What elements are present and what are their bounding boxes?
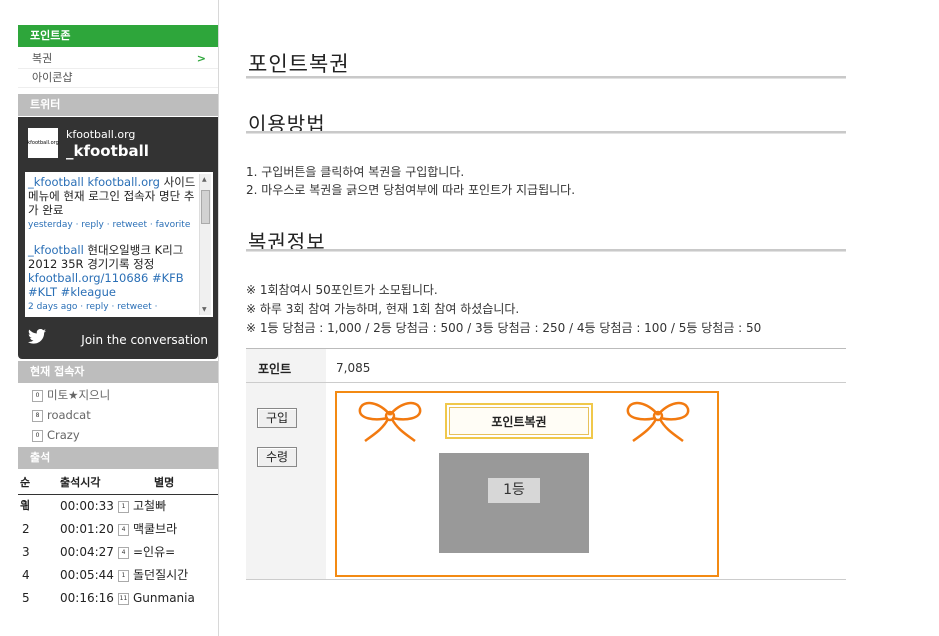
nickname: 고철빠 xyxy=(133,499,167,513)
sidebar: 포인트존 복권 > 아이콘샵 트위터 kfootball.org kfootba… xyxy=(18,0,219,636)
table-row: 1 00:00:33 1 고철빠 xyxy=(18,495,218,518)
scroll-thumb[interactable] xyxy=(201,190,210,224)
twitter-widget: kfootball.org kfootball.org _kfootball _… xyxy=(18,117,218,359)
menu-item-label: 아이콘샵 xyxy=(32,71,73,84)
twitter-site-name: kfootball.org xyxy=(66,128,136,141)
name-cell[interactable]: 4 맥쿨브라 xyxy=(118,518,177,541)
menu-item-label: 복권 xyxy=(32,52,53,65)
user-name: 미토★지으니 xyxy=(47,388,111,402)
divider xyxy=(246,348,846,349)
divider xyxy=(246,249,846,252)
usage-line: 2. 마우스로 복권을 긁으면 당첨여부에 따라 포인트가 지급됩니다. xyxy=(246,183,576,197)
table-row: 5 00:16:16 11 Gunmania xyxy=(18,587,218,610)
rank-cell: 2 xyxy=(22,522,30,536)
tweet-feed[interactable]: _kfootball kfootball.org 사이드 메뉴에 현재 로그인 … xyxy=(25,172,213,317)
tweet-scrollbar[interactable]: ▲ ▼ xyxy=(199,174,211,315)
scroll-down-icon[interactable]: ▼ xyxy=(202,306,207,313)
level-badge-icon: 1 xyxy=(118,569,129,582)
name-column-header: 별명 xyxy=(154,476,175,489)
chevron-right-icon: > xyxy=(196,52,206,65)
nickname: 맥쿨브라 xyxy=(133,522,178,536)
join-conversation-link[interactable]: Join the conversation xyxy=(81,333,208,347)
time-column-header: 출석시각 xyxy=(60,476,101,489)
rank-cell: 4 xyxy=(22,568,30,582)
prize-result: 1등 xyxy=(488,478,540,503)
divider xyxy=(246,579,846,580)
level-badge-icon: 0 xyxy=(32,389,43,402)
table-row: 4 00:05:44 1 돌던질시간 xyxy=(18,564,218,587)
attendance-header: 출석 xyxy=(18,447,218,469)
time-cell: 00:05:44 xyxy=(60,568,114,582)
tweet-meta[interactable]: 2 days ago · reply · retweet · xyxy=(28,300,196,314)
buy-button[interactable]: 구입 xyxy=(257,408,297,428)
kfootball-logo[interactable]: kfootball.org xyxy=(27,128,59,158)
twitter-bird-icon[interactable] xyxy=(28,328,46,348)
online-users-header: 현재 접속자 xyxy=(18,361,218,383)
info-line: ※ 1등 당첨금 : 1,000 / 2등 당첨금 : 500 / 3등 당첨금… xyxy=(246,321,762,335)
rank-cell: 5 xyxy=(22,591,30,605)
points-label: 포인트 xyxy=(258,362,292,376)
ribbon-bow-icon xyxy=(626,401,690,443)
table-row: 3 00:04:27 4 =인유= xyxy=(18,541,218,564)
user-name: roadcat xyxy=(47,408,91,422)
scratch-area[interactable]: 1등 xyxy=(439,453,589,553)
tweet-meta[interactable]: yesterday · reply · retweet · favorite xyxy=(28,218,196,232)
list-item[interactable]: 0 미토★지으니 xyxy=(18,385,218,405)
twitter-header: 트위터 xyxy=(18,94,218,116)
rank-cell: 3 xyxy=(22,545,30,559)
point-zone-header: 포인트존 xyxy=(18,25,218,47)
twitter-username[interactable]: _kfootball xyxy=(66,142,149,160)
time-cell: 00:01:20 xyxy=(60,522,114,536)
claim-button[interactable]: 수령 xyxy=(257,447,297,467)
tweet: _kfootball 현대오일뱅크 K리그 2012 35R 경기기록 정정 k… xyxy=(28,243,196,314)
table-header: 순위 출석시각 별명 xyxy=(18,471,218,512)
divider xyxy=(246,76,846,79)
info-line: ※ 1회참여시 50포인트가 소모됩니다. xyxy=(246,283,438,297)
usage-line: 1. 구입버튼을 클릭하여 복권을 구입합니다. xyxy=(246,165,465,179)
lottery-ticket: 포인트복권 1등 xyxy=(335,391,719,577)
name-cell[interactable]: 1 고철빠 xyxy=(118,495,166,518)
main-content: 포인트복권 이용방법 1. 구입버튼을 클릭하여 복권을 구입합니다. 2. 마… xyxy=(246,0,846,636)
lottery-banner: 포인트복권 xyxy=(445,403,593,439)
name-cell[interactable]: 11 Gunmania xyxy=(118,587,195,610)
level-badge-icon: 1 xyxy=(118,500,129,513)
scroll-up-icon[interactable]: ▲ xyxy=(202,176,207,183)
tweet-user[interactable]: _kfootball xyxy=(28,243,84,257)
online-users-list: 0 미토★지으니 8 roadcat 0 Crazy xyxy=(18,385,218,445)
nickname: Gunmania xyxy=(133,591,195,605)
attendance-table: 순위 출석시각 별명 1 00:00:33 1 고철빠 2 00:01:20 4 맥쿨브라 … xyxy=(18,471,218,610)
tweet-link[interactable]: kfootball.org/110686 #KFB #KLT #kleague xyxy=(28,271,184,299)
menu-item-icon-shop[interactable]: 아이콘샵 xyxy=(18,69,218,88)
time-cell: 00:16:16 xyxy=(60,591,114,605)
ribbon-bow-icon xyxy=(358,401,422,443)
name-cell[interactable]: 1 돌던질시간 xyxy=(118,564,188,587)
points-value: 7,085 xyxy=(336,361,371,375)
tweet-link[interactable]: kfootball.org xyxy=(87,175,160,189)
page-title: 포인트복권 xyxy=(248,52,350,76)
nickname: 돌던질시간 xyxy=(133,568,189,582)
list-item[interactable]: 8 roadcat xyxy=(18,405,218,425)
divider xyxy=(246,382,846,383)
user-name: Crazy xyxy=(47,428,80,442)
rank-cell: 1 xyxy=(22,499,30,513)
list-item[interactable]: 0 Crazy xyxy=(18,425,218,445)
tweet-user[interactable]: _kfootball xyxy=(28,175,84,189)
table-row: 2 00:01:20 4 맥쿨브라 xyxy=(18,518,218,541)
level-badge-icon: 4 xyxy=(118,523,129,536)
divider xyxy=(246,131,846,134)
menu-item-lottery[interactable]: 복권 > xyxy=(18,50,218,69)
nickname: =인유= xyxy=(133,545,176,559)
info-line: ※ 하루 3회 참여 가능하며, 현재 1회 참여 하셨습니다. xyxy=(246,302,520,316)
level-badge-icon: 4 xyxy=(118,546,129,559)
time-cell: 00:00:33 xyxy=(60,499,114,513)
level-badge-icon: 11 xyxy=(118,592,129,605)
name-cell[interactable]: 4 =인유= xyxy=(118,541,175,564)
point-zone-menu: 복권 > 아이콘샵 xyxy=(18,50,218,88)
level-badge-icon: 8 xyxy=(32,409,43,422)
time-cell: 00:04:27 xyxy=(60,545,114,559)
level-badge-icon: 0 xyxy=(32,429,43,442)
tweet: _kfootball kfootball.org 사이드 메뉴에 현재 로그인 … xyxy=(28,175,196,232)
